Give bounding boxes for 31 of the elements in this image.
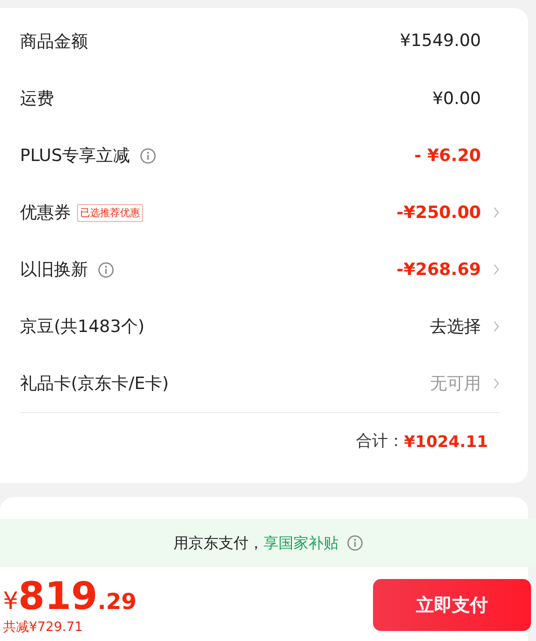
row-value: -¥250.00 <box>396 202 481 222</box>
banner-highlight: 享国家补贴 <box>264 534 338 552</box>
row-label: 商品金额 <box>20 30 88 52</box>
row-value: ¥1549.00 <box>400 31 481 51</box>
chevron-icon[interactable] <box>493 263 500 276</box>
chevron-icon[interactable] <box>493 320 500 333</box>
row-label: 优惠券 <box>20 202 71 224</box>
price-decimal: .29 <box>98 590 137 615</box>
row-value: 去选择 <box>430 316 481 338</box>
row-label: 以旧换新 <box>20 259 88 281</box>
info-icon[interactable] <box>98 262 114 278</box>
price-integer: 819 <box>18 574 98 618</box>
pay-button[interactable]: 立即支付 <box>373 579 531 631</box>
saved-amount: 共减¥729.71 <box>3 619 84 636</box>
row-label: 礼品卡(京东卡/E卡) <box>20 373 169 395</box>
row-value: 无可用 <box>430 373 481 395</box>
total-value: ¥1024.11 <box>404 432 488 450</box>
recommended-tag: 已选推荐优惠 <box>77 204 143 222</box>
chevron-icon[interactable] <box>493 377 500 390</box>
total-label: 合计： <box>356 430 404 452</box>
row-label: PLUS专享立减 <box>20 145 130 167</box>
row-value: -¥268.69 <box>396 260 481 280</box>
row-value: - ¥6.20 <box>414 146 481 166</box>
currency-symbol: ¥ <box>3 587 18 615</box>
chevron-icon[interactable] <box>493 206 500 219</box>
row-label: 运费 <box>20 88 54 110</box>
info-icon[interactable] <box>346 535 362 551</box>
row-label: 京豆(共1483个) <box>20 316 145 338</box>
row-value: ¥0.00 <box>432 88 481 108</box>
info-icon[interactable] <box>140 148 156 164</box>
banner-text: 用京东支付， <box>174 534 264 552</box>
